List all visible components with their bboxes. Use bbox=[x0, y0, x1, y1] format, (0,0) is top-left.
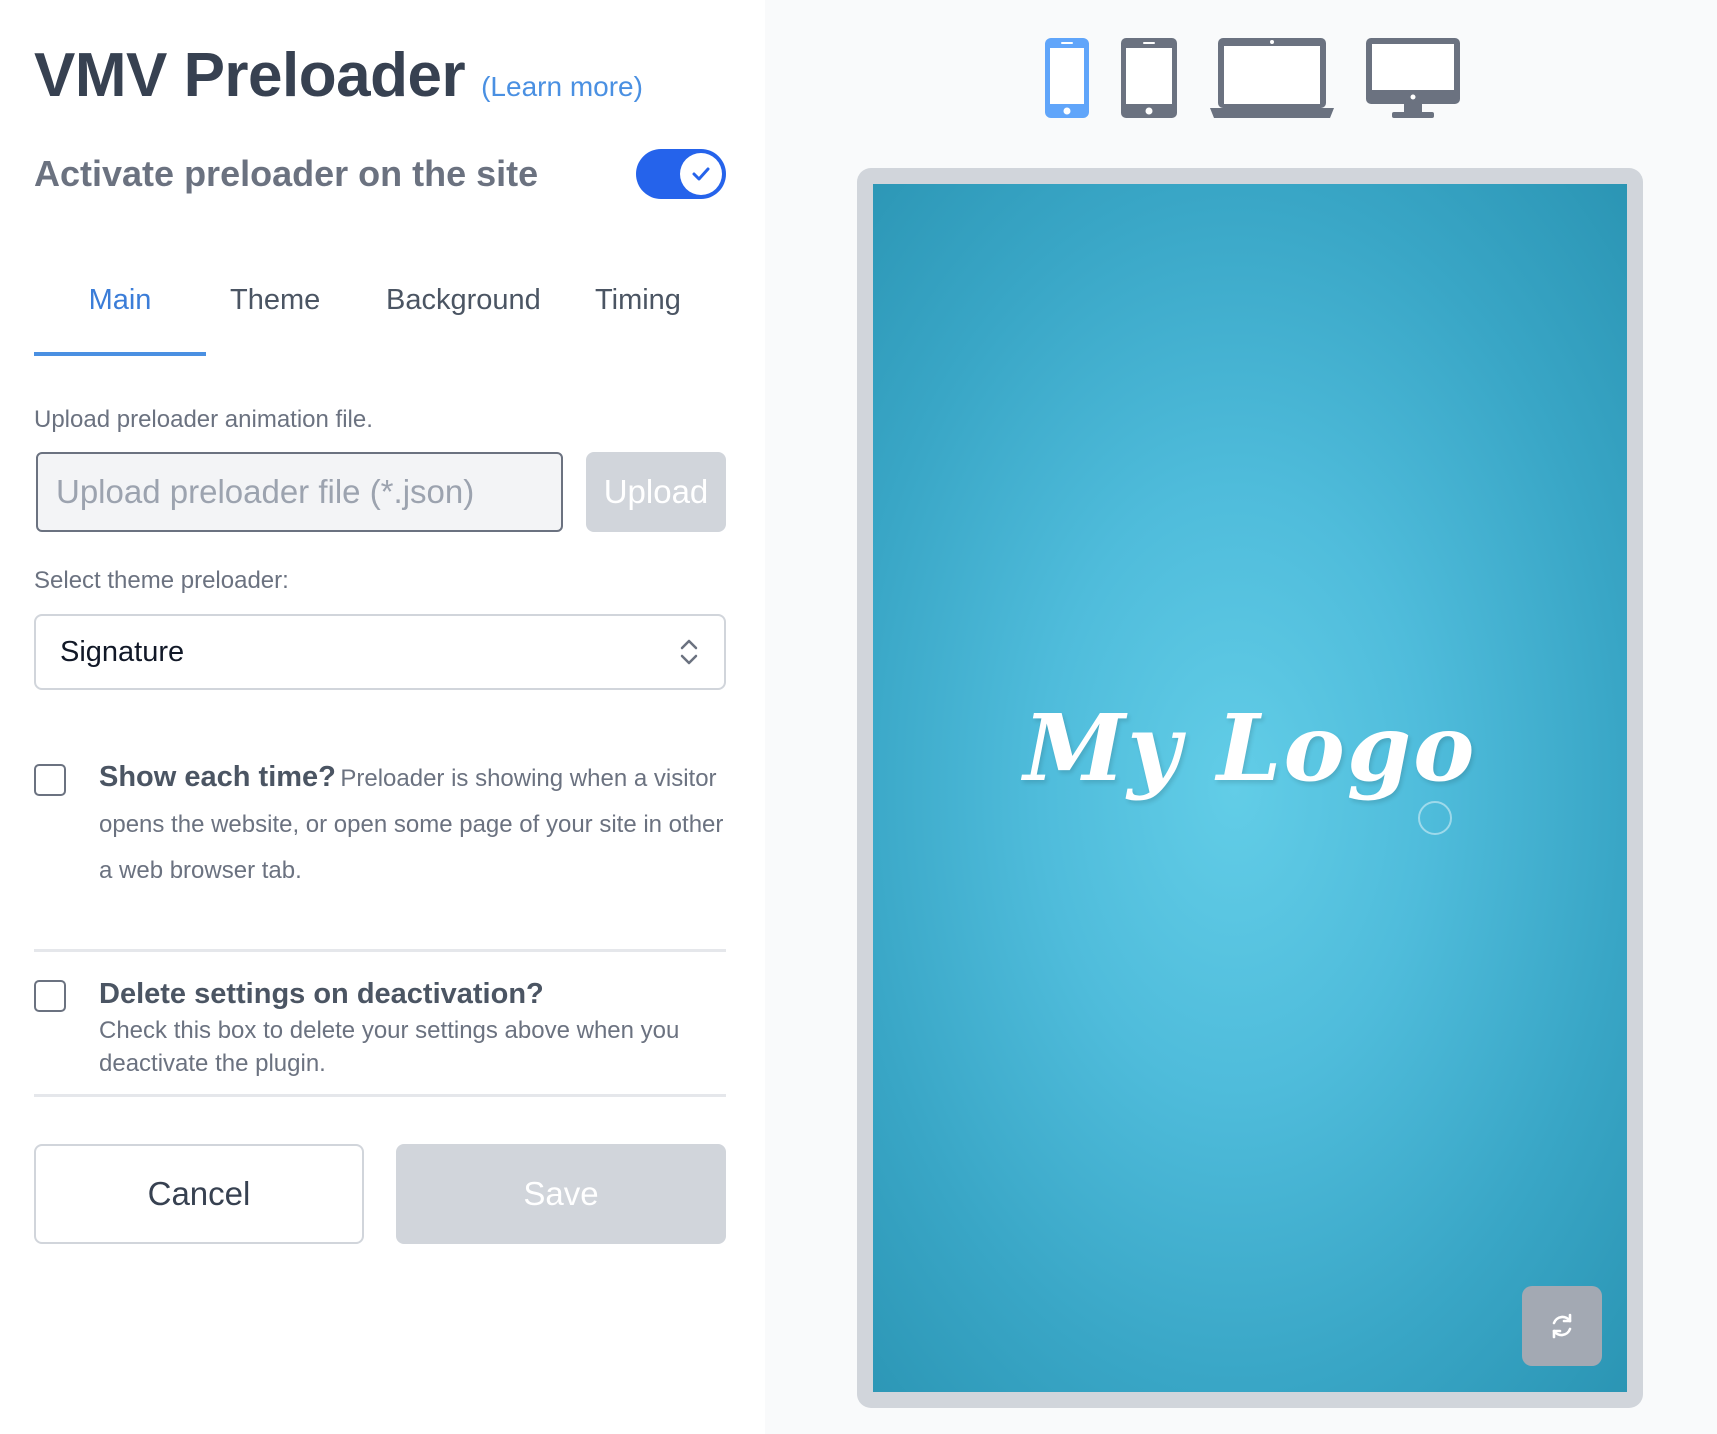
header: VMV Preloader (Learn more) bbox=[34, 40, 643, 111]
delete-settings-description: Check this box to delete your settings a… bbox=[99, 1017, 680, 1077]
theme-select-label: Select theme preloader: bbox=[34, 567, 289, 594]
device-preview-frame: My Logo bbox=[857, 168, 1643, 1408]
loader-ring bbox=[1418, 801, 1452, 835]
tab-timing[interactable]: Timing bbox=[595, 284, 681, 317]
page-title: VMV Preloader bbox=[34, 41, 466, 110]
toggle-knob bbox=[680, 153, 722, 195]
upload-label: Upload preloader animation file. bbox=[34, 406, 373, 433]
active-tab-indicator bbox=[34, 352, 206, 356]
save-button[interactable]: Save bbox=[396, 1144, 726, 1244]
refresh-preview-button[interactable] bbox=[1522, 1286, 1602, 1366]
delete-settings-text: Delete settings on deactivation? Check t… bbox=[99, 974, 729, 1080]
activate-row: Activate preloader on the site bbox=[34, 148, 726, 200]
check-icon bbox=[692, 167, 710, 181]
preview-logo: My Logo bbox=[1023, 694, 1477, 802]
chevron-up-down-icon bbox=[680, 639, 698, 665]
show-each-time-text: Show each time? Preloader is showing whe… bbox=[99, 756, 729, 895]
show-each-time-checkbox[interactable] bbox=[34, 764, 66, 796]
show-each-time-title: Show each time? bbox=[99, 761, 336, 793]
delete-settings-checkbox[interactable] bbox=[34, 980, 66, 1012]
activate-toggle[interactable] bbox=[636, 149, 726, 199]
divider bbox=[34, 949, 726, 952]
desktop-icon[interactable] bbox=[1364, 36, 1462, 120]
tab-bar: Main Theme Background Timing bbox=[34, 270, 726, 356]
preview-panel: My Logo bbox=[765, 0, 1717, 1434]
tablet-icon[interactable] bbox=[1119, 36, 1179, 120]
refresh-icon bbox=[1552, 1313, 1572, 1339]
learn-more-link[interactable]: (Learn more) bbox=[481, 71, 643, 103]
delete-settings-row: Delete settings on deactivation? Check t… bbox=[34, 974, 726, 1084]
settings-panel: VMV Preloader (Learn more) Activate prel… bbox=[0, 0, 765, 1434]
phone-icon[interactable] bbox=[1043, 36, 1091, 120]
preview-screen: My Logo bbox=[873, 184, 1627, 1392]
theme-select[interactable]: Signature bbox=[34, 614, 726, 690]
tab-background[interactable]: Background bbox=[386, 284, 541, 317]
divider bbox=[34, 1094, 726, 1097]
laptop-icon[interactable] bbox=[1210, 36, 1334, 120]
tab-theme[interactable]: Theme bbox=[230, 284, 320, 317]
device-selector bbox=[765, 36, 1717, 122]
tab-main[interactable]: Main bbox=[34, 284, 206, 317]
activate-label: Activate preloader on the site bbox=[34, 153, 539, 194]
cancel-button[interactable]: Cancel bbox=[34, 1144, 364, 1244]
upload-button[interactable]: Upload bbox=[586, 452, 726, 532]
delete-settings-title: Delete settings on deactivation? bbox=[99, 978, 544, 1010]
theme-select-value: Signature bbox=[60, 635, 185, 668]
upload-file-input[interactable] bbox=[36, 452, 563, 532]
show-each-time-row: Show each time? Preloader is showing whe… bbox=[34, 756, 726, 896]
